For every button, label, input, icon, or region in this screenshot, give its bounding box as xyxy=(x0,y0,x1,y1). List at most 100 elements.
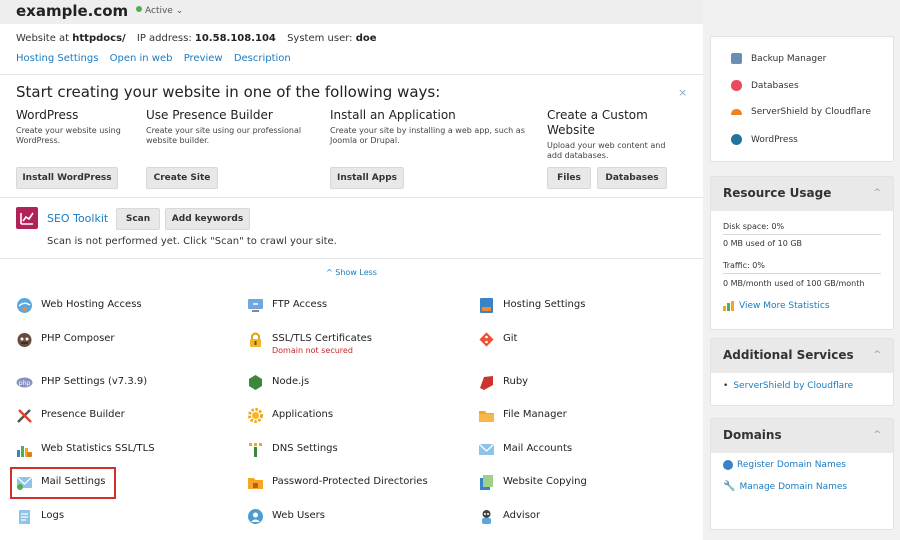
resource-usage-header[interactable]: Resource Usage ^ xyxy=(711,177,893,211)
website-info: Website at httpdocs/ IP address: 10.58.1… xyxy=(16,33,377,44)
tool-label: Node.js xyxy=(272,376,310,387)
wordpress-link[interactable]: WordPress xyxy=(731,134,798,145)
tool-label: Presence Builder xyxy=(41,409,125,420)
tool-web-statistics[interactable]: Web Statistics SSL/TLS xyxy=(16,441,155,461)
databases-link[interactable]: Databases xyxy=(731,80,799,91)
tool-web-users[interactable]: Web Users xyxy=(247,508,325,528)
link-label: Databases xyxy=(751,80,799,91)
tool-label: Website Copying xyxy=(503,476,587,487)
tool-web-hosting-access[interactable]: Web Hosting Access xyxy=(16,297,142,317)
tool-label: Hosting Settings xyxy=(503,299,586,310)
mail-icon xyxy=(478,441,495,458)
create-site-button[interactable]: Create Site xyxy=(146,167,218,189)
tool-label: SSL/TLS Certificates xyxy=(272,333,372,344)
servershield-service-link[interactable]: • ServerShield by Cloudflare xyxy=(723,381,853,391)
tool-logs[interactable]: Logs xyxy=(16,508,64,528)
domains-card: Domains ^ Register Domain Names 🔧 Manage… xyxy=(710,418,894,530)
databases-button[interactable]: Databases xyxy=(597,167,667,189)
seo-toolkit-link[interactable]: SEO Toolkit xyxy=(47,212,108,225)
option-desc: Create your site using our professional … xyxy=(146,126,302,145)
statistics-icon xyxy=(16,441,33,458)
manage-domain-link[interactable]: 🔧 Manage Domain Names xyxy=(723,481,847,492)
open-in-web-link[interactable]: Open in web xyxy=(110,53,173,64)
tool-ruby[interactable]: Ruby xyxy=(478,374,528,394)
tool-label: Advisor xyxy=(503,510,541,521)
tool-label: DNS Settings xyxy=(272,443,338,454)
status-dropdown[interactable]: Active ⌄ xyxy=(136,6,183,16)
install-apps-button[interactable]: Install Apps xyxy=(330,167,404,189)
option-presence-builder: Use Presence Builder Create your site us… xyxy=(146,108,316,146)
web-hosting-access-icon xyxy=(16,297,33,314)
add-keywords-button[interactable]: Add keywords xyxy=(165,208,250,230)
tool-git[interactable]: Git xyxy=(478,331,517,351)
scan-button[interactable]: Scan xyxy=(116,208,160,230)
description-link[interactable]: Description xyxy=(234,53,291,64)
nodejs-icon xyxy=(247,374,264,391)
tool-advisor[interactable]: Advisor xyxy=(478,508,540,528)
seo-toolkit-icon xyxy=(16,207,38,229)
domain-name[interactable]: example.com xyxy=(16,2,128,20)
tool-ftp-access[interactable]: FTP Access xyxy=(247,297,327,317)
preview-link[interactable]: Preview xyxy=(184,53,223,64)
tool-password-protected-directories[interactable]: Password-Protected Directories xyxy=(247,474,428,494)
tool-label: File Manager xyxy=(503,409,567,420)
chevron-up-icon: ^ xyxy=(873,430,881,440)
start-creating-title: Start creating your website in one of th… xyxy=(16,83,441,101)
tool-website-copying[interactable]: Website Copying xyxy=(478,474,587,494)
hosting-settings-icon xyxy=(478,297,495,314)
tool-hosting-settings[interactable]: Hosting Settings xyxy=(478,297,585,317)
option-custom-website: Create a Custom Website Upload your web … xyxy=(547,108,677,161)
register-domain-link[interactable]: Register Domain Names xyxy=(723,460,846,470)
php-icon: php xyxy=(16,374,33,391)
presence-builder-icon xyxy=(16,407,33,424)
hosting-settings-link[interactable]: Hosting Settings xyxy=(16,53,98,64)
tool-nodejs[interactable]: Node.js xyxy=(247,374,309,394)
card-title: Resource Usage xyxy=(723,186,832,200)
tool-file-manager[interactable]: File Manager xyxy=(478,407,567,427)
files-button[interactable]: Files xyxy=(547,167,591,189)
mail-settings-highlight xyxy=(10,467,116,499)
status-dot-icon xyxy=(136,6,142,12)
tool-php-settings[interactable]: php PHP Settings (v7.3.9) xyxy=(16,374,147,394)
domain-header: example.com Active ⌄ xyxy=(0,0,703,24)
disk-space-label: Disk space: 0% xyxy=(723,222,785,231)
tool-label: Logs xyxy=(41,510,65,521)
disk-usage-bar xyxy=(723,234,881,235)
additional-services-header[interactable]: Additional Services ^ xyxy=(711,339,893,373)
option-desc: Create your site by installing a web app… xyxy=(330,126,525,145)
tool-label: Web Hosting Access xyxy=(41,299,142,310)
servershield-link[interactable]: ServerShield by Cloudflare xyxy=(731,107,871,117)
tool-php-composer[interactable]: PHP Composer xyxy=(16,331,115,351)
close-icon[interactable]: × xyxy=(678,86,687,99)
php-composer-icon xyxy=(16,331,33,348)
backup-manager-link[interactable]: Backup Manager xyxy=(731,53,826,64)
option-title: WordPress xyxy=(16,108,79,122)
dns-icon xyxy=(247,441,264,458)
backup-icon xyxy=(731,53,742,64)
lock-icon xyxy=(247,331,264,348)
chevron-down-icon: ⌄ xyxy=(175,6,184,16)
tool-presence-builder[interactable]: Presence Builder xyxy=(16,407,125,427)
tool-applications[interactable]: Applications xyxy=(247,407,333,427)
resource-usage-card: Resource Usage ^ Disk space: 0% 0 MB use… xyxy=(710,176,894,330)
docroot-link[interactable]: httpdocs/ xyxy=(72,33,125,44)
show-less-link[interactable]: ^ Show Less xyxy=(0,268,703,277)
ip-label: IP address: xyxy=(136,33,192,44)
tool-ssl-tls-certificates[interactable]: SSL/TLS Certificates Domain not secured xyxy=(247,331,372,355)
tool-mail-accounts[interactable]: Mail Accounts xyxy=(478,441,572,461)
statistics-icon xyxy=(723,301,734,311)
subscription-panel: example.com Active ⌄ Website at httpdocs… xyxy=(0,0,703,540)
bullet-icon: • xyxy=(723,381,729,391)
link-label: Backup Manager xyxy=(751,53,827,64)
install-wordpress-button[interactable]: Install WordPress xyxy=(16,167,118,189)
domains-header[interactable]: Domains ^ xyxy=(711,419,893,453)
chevron-up-icon: ^ xyxy=(873,188,881,198)
tool-dns-settings[interactable]: DNS Settings xyxy=(247,441,338,461)
option-desc: Upload your web content and add database… xyxy=(547,141,666,160)
link-label: ServerShield by Cloudflare xyxy=(751,107,871,117)
tool-label: Password-Protected Directories xyxy=(272,476,428,487)
option-title: Use Presence Builder xyxy=(146,108,273,122)
folder-icon xyxy=(478,407,495,424)
database-icon xyxy=(731,80,742,91)
view-more-statistics-link[interactable]: View More Statistics xyxy=(723,301,830,311)
